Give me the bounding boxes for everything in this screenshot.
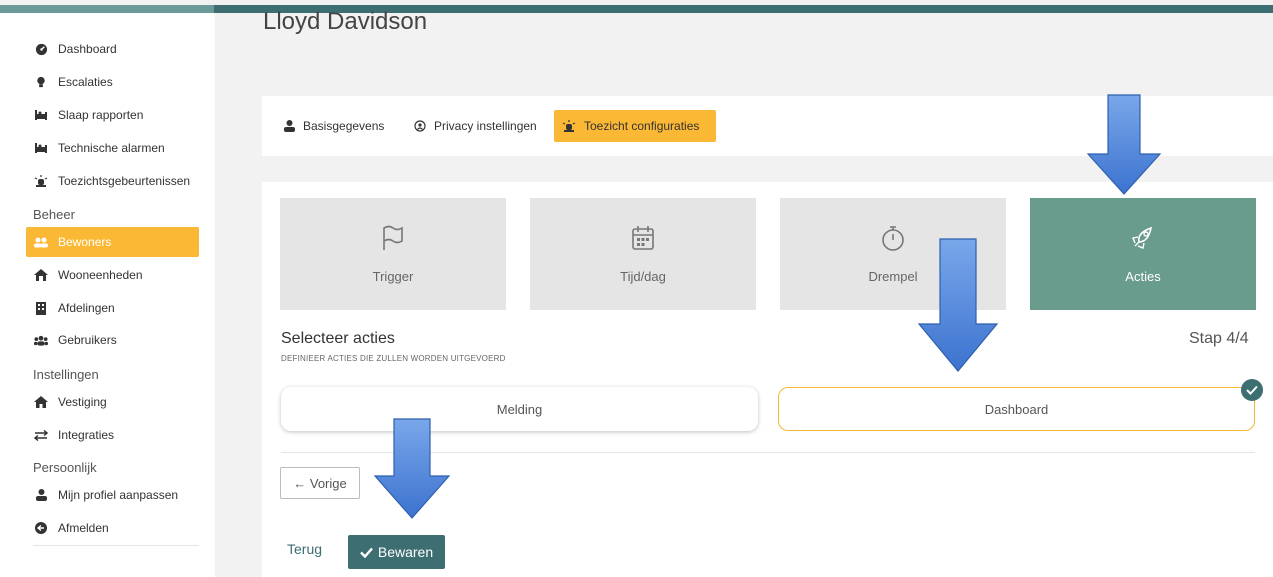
step-tijd-dag[interactable]: Tijd/dag (530, 198, 756, 310)
option-melding[interactable]: Melding (281, 387, 758, 431)
sidebar-item-label: Integraties (58, 428, 115, 442)
arrow-down-icon (373, 418, 451, 519)
step-acties[interactable]: Acties (1030, 198, 1256, 310)
sidebar-item-toezichtsgebeurtenissen[interactable]: Toezichtsgebeurtenissen (26, 166, 199, 196)
top-bar (0, 0, 1273, 14)
sidebar-item-label: Slaap rapporten (58, 108, 144, 122)
sidebar-item-label: Escalaties (58, 75, 113, 89)
user-icon (34, 488, 48, 502)
step-label: Tijd/dag (620, 269, 666, 284)
sidebar-item-label: Bewoners (58, 235, 112, 249)
option-label: Dashboard (984, 401, 1049, 417)
sidebar-item-afdelingen[interactable]: Afdelingen (26, 293, 199, 323)
siren-icon (34, 174, 48, 188)
tab-privacy-instellingen[interactable]: Privacy instellingen (406, 110, 545, 142)
tab-toezicht-configuraties[interactable]: Toezicht configuraties (554, 110, 716, 142)
check-icon (1241, 379, 1263, 401)
sidebar-divider (33, 545, 199, 546)
gauge-icon (34, 42, 48, 56)
page-title: Lloyd Davidson (263, 8, 428, 35)
lightbulb-icon (34, 75, 48, 89)
logout-icon (34, 521, 48, 535)
sidebar-item-bewoners[interactable]: Bewoners (26, 227, 199, 257)
sidebar-item-slaap-rapporten[interactable]: Slaap rapporten (26, 100, 199, 130)
home-icon (34, 268, 48, 282)
save-button[interactable]: Bewaren (348, 535, 445, 569)
exchange-icon (34, 428, 48, 442)
step-trigger[interactable]: Trigger (280, 198, 506, 310)
user-icon (284, 120, 295, 132)
sidebar-item-technische-alarmen[interactable]: Technische alarmen (26, 133, 199, 163)
privacy-icon (414, 120, 426, 132)
sidebar-item-mijn-profiel[interactable]: Mijn profiel aanpassen (26, 480, 199, 510)
sidebar-item-label: Afdelingen (58, 301, 115, 315)
sidebar-item-afmelden[interactable]: Afmelden (26, 513, 199, 543)
step-label: Drempel (868, 269, 918, 284)
previous-button[interactable]: ← Vorige (280, 467, 360, 499)
sidebar-item-label: Vestiging (58, 395, 107, 409)
option-dashboard[interactable]: Dashboard (778, 387, 1255, 431)
sidebar-item-escalaties[interactable]: Escalaties (26, 67, 199, 97)
selection-subtitle: DEFINIEER ACTIES DIE ZULLEN WORDEN UITGE… (281, 354, 506, 363)
tab-label: Privacy instellingen (434, 119, 537, 133)
sidebar-item-dashboard[interactable]: Dashboard (26, 34, 199, 64)
sidebar-item-gebruikers[interactable]: Gebruikers (26, 325, 199, 355)
siren-icon (562, 120, 576, 132)
flag-icon (379, 224, 407, 257)
top-stripe-left (0, 5, 214, 13)
step-label: Trigger (372, 269, 414, 284)
sidebar-item-wooneenheden[interactable]: Wooneenheden (26, 260, 199, 290)
arrow-down-icon (1086, 94, 1162, 195)
sidebar-item-label: Mijn profiel aanpassen (58, 488, 179, 502)
tab-basisgegevens[interactable]: Basisgegevens (276, 110, 392, 142)
sidebar-item-vestiging[interactable]: Vestiging (26, 387, 199, 417)
selection-title: Selecteer acties (281, 330, 395, 347)
step-counter: Stap 4/4 (1189, 330, 1249, 347)
bed-icon (34, 141, 48, 155)
rocket-icon (1129, 224, 1157, 257)
user-group-icon (34, 333, 48, 347)
option-label: Melding (496, 401, 543, 417)
save-label: Bewaren (377, 544, 434, 560)
building-icon (34, 301, 48, 315)
section-instellingen: Instellingen (33, 367, 99, 382)
section-persoonlijk: Persoonlijk (33, 460, 97, 475)
sidebar-item-label: Technische alarmen (58, 141, 165, 155)
back-button[interactable]: Terug (287, 541, 322, 557)
step-label: Acties (1125, 269, 1161, 284)
sidebar-item-label: Afmelden (58, 521, 109, 535)
sidebar-item-label: Dashboard (58, 42, 117, 56)
sidebar-item-integraties[interactable]: Integraties (26, 420, 199, 450)
arrow-down-icon (917, 238, 999, 372)
checkmark-icon (360, 547, 373, 558)
house-icon (34, 395, 48, 409)
sidebar-item-label: Wooneenheden (58, 268, 143, 282)
calendar-icon (630, 224, 656, 257)
tab-label: Toezicht configuraties (584, 119, 700, 133)
users-icon (34, 235, 48, 249)
tab-label: Basisgegevens (303, 119, 385, 133)
sidebar-item-label: Gebruikers (58, 333, 117, 347)
sidebar-item-label: Toezichtsgebeurtenissen (58, 174, 191, 188)
section-beheer: Beheer (33, 207, 75, 222)
stopwatch-icon (880, 224, 906, 257)
bed-icon (34, 108, 48, 122)
